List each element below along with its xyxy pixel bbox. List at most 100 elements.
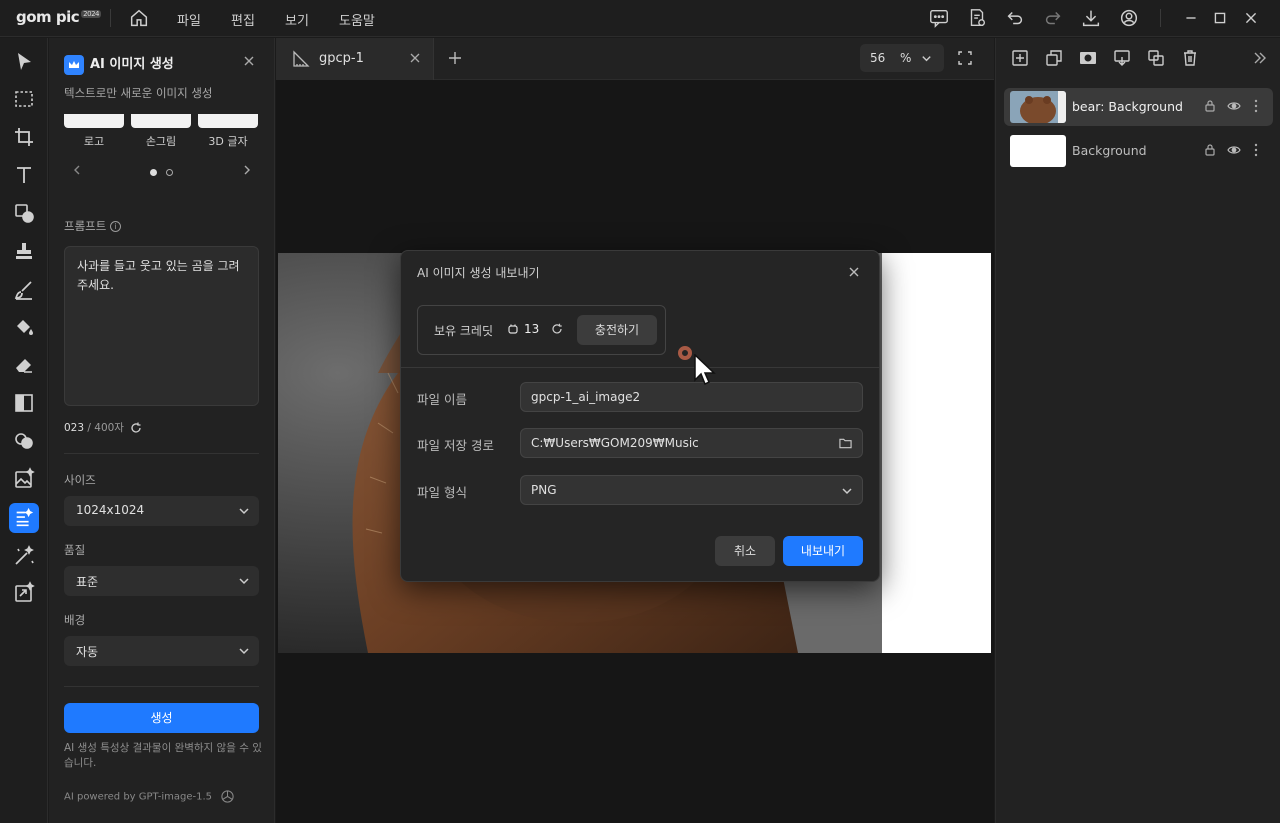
lock-icon[interactable] (1204, 100, 1216, 112)
reset-icon[interactable] (130, 422, 142, 434)
generate-button[interactable]: 생성 (64, 703, 259, 733)
export-tool-icon[interactable] (12, 581, 36, 605)
carousel-next-icon[interactable] (241, 164, 253, 176)
add-layer-icon[interactable] (1011, 49, 1029, 67)
menu-view[interactable]: 보기 (285, 10, 309, 29)
magic-wand-tool-icon[interactable] (12, 544, 36, 568)
minimize-icon[interactable] (1180, 7, 1202, 29)
carousel-dot[interactable] (166, 169, 173, 176)
shape-tool-icon[interactable] (12, 201, 36, 225)
merge-layer-icon[interactable] (1113, 49, 1131, 67)
format-select[interactable]: PNG (520, 475, 863, 505)
select-tool-icon[interactable] (12, 50, 36, 74)
credit-label: 보유 크레딧 (434, 324, 494, 338)
delete-layer-icon[interactable] (1181, 49, 1199, 67)
undo-icon[interactable] (1004, 7, 1026, 29)
account-icon[interactable] (1118, 7, 1140, 29)
fit-screen-icon[interactable] (958, 51, 972, 65)
style-thumb-logo[interactable] (64, 114, 124, 128)
title-bar: gom pic 2024 파일 편집 보기 도움말 (0, 0, 1280, 37)
export-dialog: AI 이미지 생성 내보내기 보유 크레딧 13 충전하기 파일 이름 gpcp… (400, 250, 880, 582)
layer-item[interactable]: bear: Background (1004, 88, 1273, 126)
powered-by-text: AI powered by GPT-image-1.5 (64, 789, 235, 804)
charge-button[interactable]: 충전하기 (577, 315, 657, 345)
layer-name: bear: Background (1072, 99, 1183, 114)
document-settings-icon[interactable] (966, 7, 988, 29)
ai-crown-icon (64, 54, 84, 75)
feedback-icon[interactable] (928, 7, 950, 29)
chevron-down-icon (922, 56, 931, 62)
style-thumb-3d-text[interactable] (198, 114, 258, 128)
blend-tool-icon[interactable] (12, 429, 36, 453)
size-select[interactable]: 1024x1024 (64, 496, 259, 526)
tab-gpcp-1[interactable]: gpcp-1 (276, 38, 434, 80)
prompt-label: 프롬프트 i (64, 218, 121, 234)
folder-icon (839, 438, 852, 449)
text-tool-icon[interactable] (12, 163, 36, 187)
eraser-tool-icon[interactable] (12, 353, 36, 377)
visibility-icon[interactable] (1227, 144, 1241, 156)
click-indicator (678, 346, 692, 360)
divider (110, 9, 111, 27)
quality-select[interactable]: 표준 (64, 566, 259, 596)
duplicate-layer-icon[interactable] (1045, 49, 1063, 67)
chevron-down-icon (842, 488, 852, 495)
ruler-pencil-icon (292, 50, 310, 68)
tool-bar (0, 38, 48, 823)
zoom-value[interactable]: 56 (870, 51, 885, 65)
format-label: 파일 형식 (417, 485, 467, 500)
layer-name: Background (1072, 143, 1147, 158)
stamp-tool-icon[interactable] (12, 239, 36, 263)
quality-label: 품질 (64, 543, 86, 557)
layer-item[interactable]: Background (1004, 132, 1273, 170)
brush-tool-icon[interactable] (12, 278, 36, 302)
group-layer-icon[interactable] (1147, 49, 1165, 67)
close-window-icon[interactable] (1240, 7, 1262, 29)
cancel-button[interactable]: 취소 (715, 536, 775, 566)
zoom-control[interactable]: 56 % (860, 44, 944, 72)
path-input[interactable]: C:₩Users₩GOM209₩Music (520, 428, 863, 458)
redo-icon[interactable] (1042, 7, 1064, 29)
carousel-prev-icon[interactable] (71, 164, 83, 176)
new-tab-icon[interactable] (448, 51, 462, 65)
refresh-icon[interactable] (551, 323, 563, 335)
style-label-handdrawn: 손그림 (145, 135, 177, 148)
ai-image-tool-icon[interactable] (12, 467, 36, 491)
credit-icon (507, 323, 519, 335)
menu-help[interactable]: 도움말 (339, 10, 375, 29)
divider (401, 367, 879, 368)
maximize-icon[interactable] (1209, 7, 1231, 29)
divider (64, 453, 259, 454)
export-button[interactable]: 내보내기 (783, 536, 863, 566)
ai-text-generate-tool-icon[interactable] (9, 503, 39, 533)
filename-input[interactable]: gpcp-1_ai_image2 (520, 382, 863, 412)
style-label-logo: 로고 (83, 135, 105, 148)
style-label-3d-text: 3D 글자 (208, 135, 248, 148)
gradient-tool-icon[interactable] (12, 391, 36, 415)
chevron-down-icon (239, 508, 249, 515)
size-label: 사이즈 (64, 473, 96, 487)
crop-tool-icon[interactable] (12, 125, 36, 149)
background-select[interactable]: 자동 (64, 636, 259, 666)
collapse-panel-icon[interactable] (1251, 50, 1267, 66)
more-options-icon[interactable] (1254, 143, 1258, 157)
info-icon[interactable]: i (109, 221, 121, 232)
layer-thumbnail (1010, 135, 1066, 167)
download-icon[interactable] (1080, 7, 1102, 29)
mask-layer-icon[interactable] (1079, 49, 1097, 67)
menu-file[interactable]: 파일 (177, 10, 201, 29)
style-thumb-handdrawn[interactable] (131, 114, 191, 128)
marquee-tool-icon[interactable] (12, 87, 36, 111)
close-panel-icon[interactable] (242, 54, 256, 68)
more-options-icon[interactable] (1254, 99, 1258, 113)
lock-icon[interactable] (1204, 144, 1216, 156)
fill-tool-icon[interactable] (12, 315, 36, 339)
home-icon[interactable] (128, 7, 150, 29)
close-tab-icon[interactable] (409, 52, 421, 64)
visibility-icon[interactable] (1227, 100, 1241, 112)
background-label: 배경 (64, 613, 86, 627)
close-dialog-icon[interactable] (847, 265, 861, 279)
prompt-textarea[interactable]: 사과를 들고 웃고 있는 곰을 그려 주세요. (64, 246, 259, 406)
menu-edit[interactable]: 편집 (231, 10, 255, 29)
carousel-dot-active[interactable] (150, 169, 157, 176)
